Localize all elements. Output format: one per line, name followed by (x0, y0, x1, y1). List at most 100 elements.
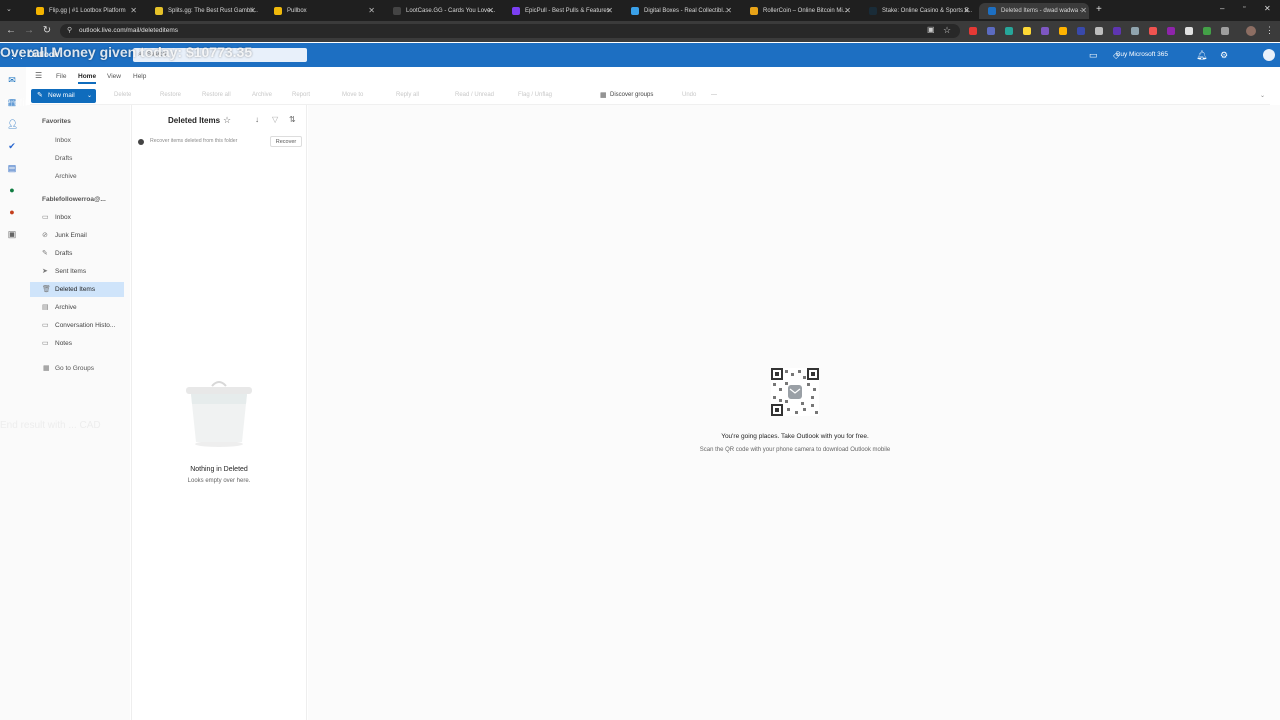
close-tab-icon[interactable]: ✕ (249, 3, 256, 19)
reply-all-button[interactable]: Reply all (396, 92, 419, 98)
folder-item[interactable]: ➤ Sent Items (30, 264, 124, 279)
read-unread-button[interactable]: Read / Unread (455, 92, 494, 98)
hamburger-menu-icon[interactable]: ☰ (35, 71, 42, 80)
close-tab-icon[interactable]: ✕ (368, 3, 375, 19)
favorite-item[interactable]: Archive (30, 173, 77, 180)
extension-icon[interactable] (987, 27, 995, 35)
site-info-icon[interactable]: ⚲ (67, 24, 72, 38)
browser-tab[interactable]: Deleted Items - dwad wadwa - ✕ (979, 3, 1089, 19)
undo-button[interactable]: Undo (682, 92, 696, 98)
browser-tab[interactable]: EpicPull - Best Pulls & Features ✕ (503, 3, 615, 19)
favorite-item[interactable]: Inbox (30, 137, 71, 144)
go-to-groups-link[interactable]: Go to Groups (30, 365, 94, 372)
chevron-down-icon[interactable]: ⌄ (87, 89, 92, 103)
maximize-icon[interactable]: ▫ (1243, 4, 1245, 11)
close-window-icon[interactable]: ✕ (1264, 4, 1271, 13)
discover-groups-button[interactable]: Discover groups (610, 92, 653, 98)
restore-button[interactable]: Restore (160, 92, 181, 98)
new-mail-button[interactable]: ✎ New mail ⌄ (31, 89, 96, 103)
extension-icon[interactable] (1185, 27, 1193, 35)
report-button[interactable]: Report (292, 92, 310, 98)
account-avatar[interactable] (1263, 49, 1275, 61)
extensions-puzzle-icon[interactable] (1221, 27, 1229, 35)
people-icon[interactable]: 👤︎ (7, 119, 18, 129)
recover-button[interactable]: Recover (270, 136, 302, 147)
delete-button[interactable]: Delete (114, 92, 131, 98)
tab-file[interactable]: File (56, 73, 66, 80)
close-tab-icon[interactable]: ✕ (1080, 3, 1087, 19)
extension-icon[interactable] (1059, 27, 1067, 35)
reload-icon[interactable]: ↻ (41, 25, 53, 37)
settings-gear-icon[interactable]: ⚙ (1220, 50, 1228, 61)
folder-item[interactable]: ▭ Notes (30, 336, 124, 351)
browser-tab[interactable]: Flip.gg | #1 Lootbox Platform ✕ (27, 3, 139, 19)
tab-view[interactable]: View (107, 73, 121, 80)
account-header[interactable]: Fablefollowerroa@... (30, 196, 106, 203)
archive-button[interactable]: Archive (252, 92, 272, 98)
more-options-icon[interactable]: ··· (711, 92, 717, 98)
buy-microsoft-365-link[interactable]: Buy Microsoft 365 (1116, 51, 1168, 58)
browser-tab[interactable]: Splits.gg: The Best Rust Gambli... ✕ (146, 3, 258, 19)
browser-tab[interactable]: Stake: Online Casino & Sports B... ✕ (860, 3, 972, 19)
favorite-star-icon[interactable]: ☆ (223, 115, 231, 126)
browser-menu-icon[interactable]: ⋮ (1265, 25, 1274, 36)
meet-now-icon[interactable]: ▭ (1089, 50, 1098, 61)
minimize-icon[interactable]: – (1220, 4, 1224, 13)
extension-icon[interactable] (1149, 27, 1157, 35)
extension-icon[interactable] (1113, 27, 1121, 35)
close-tab-icon[interactable]: ✕ (487, 3, 494, 19)
browser-tab[interactable]: Digital Boxes - Real Collectibl... ✕ (622, 3, 734, 19)
collapse-ribbon-icon[interactable]: ⌄ (1260, 92, 1265, 99)
favorite-item[interactable]: Drafts (30, 155, 72, 162)
excel-icon[interactable]: ● (7, 185, 17, 195)
close-tab-icon[interactable]: ✕ (606, 3, 613, 19)
folder-item[interactable]: ▤ Archive (30, 300, 124, 315)
extension-icon[interactable] (1005, 27, 1013, 35)
browser-tab[interactable]: LootCase.GG - Cards You Love... ✕ (384, 3, 496, 19)
folder-item[interactable]: ▭ Inbox (30, 210, 124, 225)
new-tab-button[interactable]: + (1096, 4, 1102, 15)
jump-to-icon[interactable]: ↓ (255, 115, 259, 124)
word-icon[interactable]: ▤ (7, 163, 17, 173)
tab-home[interactable]: Home (78, 73, 97, 84)
groups-icon: ▦ (600, 92, 607, 99)
todo-icon[interactable]: ✔ (7, 141, 17, 151)
flag-unflag-button[interactable]: Flag / Unflag (518, 92, 552, 98)
profile-avatar[interactable] (1246, 26, 1256, 36)
close-tab-icon[interactable]: ✕ (844, 3, 851, 19)
extension-icon[interactable] (1077, 27, 1085, 35)
mail-icon[interactable]: ✉ (7, 75, 17, 85)
extension-icon[interactable] (1041, 27, 1049, 35)
close-tab-icon[interactable]: ✕ (130, 3, 137, 19)
filter-icon[interactable]: ▽ (272, 115, 278, 124)
sort-icon[interactable]: ⇅ (289, 115, 296, 124)
install-app-icon[interactable]: ▣ (927, 25, 935, 34)
extension-icon[interactable] (969, 27, 977, 35)
powerpoint-icon[interactable]: ● (7, 207, 17, 217)
folder-item[interactable]: 🗑 Deleted Items (30, 282, 124, 297)
restore-all-button[interactable]: Restore all (202, 92, 231, 98)
back-icon[interactable]: ← (5, 25, 17, 37)
extension-icon[interactable] (1167, 27, 1175, 35)
extension-icon[interactable] (1131, 27, 1139, 35)
more-apps-icon[interactable]: ▣ (7, 229, 17, 239)
extension-icon[interactable] (1203, 27, 1211, 35)
close-tab-icon[interactable]: ✕ (725, 3, 732, 19)
folder-item[interactable]: ▭ Conversation Histo... (30, 318, 124, 333)
tab-search-icon[interactable]: ⌄ (6, 5, 12, 13)
tab-help[interactable]: Help (133, 73, 146, 80)
extension-icon[interactable] (1095, 27, 1103, 35)
browser-tab[interactable]: RollerCoin – Online Bitcoin Mi... ✕ (741, 3, 853, 19)
move-to-button[interactable]: Move to (342, 92, 363, 98)
close-tab-icon[interactable]: ✕ (963, 3, 970, 19)
bookmark-star-icon[interactable]: ☆ (943, 25, 951, 36)
app-rail: ✉ ▦ 👤︎ ✔ ▤ ● ● ▣ (0, 67, 26, 720)
forward-icon[interactable]: → (23, 25, 35, 37)
extension-icon[interactable] (1023, 27, 1031, 35)
folder-item[interactable]: ✎ Drafts (30, 246, 124, 261)
url-bar[interactable]: ⚲ outlook.live.com/mail/deleteditems (60, 24, 960, 38)
folder-item[interactable]: ⊘ Junk Email (30, 228, 124, 243)
favorites-header[interactable]: Favorites (30, 118, 71, 125)
browser-tab[interactable]: Pullbox ✕ (265, 3, 377, 19)
notifications-bell-icon[interactable]: 🔔︎ (1196, 50, 1207, 61)
